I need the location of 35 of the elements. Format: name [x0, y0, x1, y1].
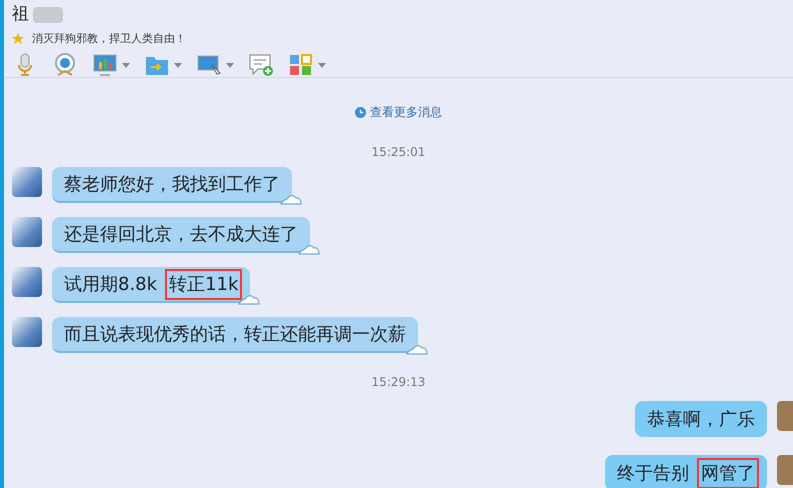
- screen-share-icon[interactable]: [196, 53, 222, 77]
- message-text: 恭喜啊，广乐: [646, 408, 756, 432]
- avatar: [12, 167, 42, 197]
- message-text: 而且说表现优秀的话，转正还能再调一次薪: [63, 322, 407, 346]
- blurred-placeholder: [33, 6, 63, 23]
- message-text: 还是得回北京，去不成大连了: [63, 222, 299, 246]
- cloud-icon: [238, 293, 260, 305]
- apps-icon[interactable]: [288, 53, 314, 77]
- clock-icon: [355, 106, 366, 118]
- timestamp: 15:25:01: [372, 144, 426, 161]
- caret-icon[interactable]: [122, 62, 130, 68]
- avatar: [777, 455, 793, 485]
- message-text: 试用期8.8k: [63, 272, 158, 296]
- avatar: [12, 317, 42, 347]
- chat-add-icon[interactable]: [248, 53, 274, 77]
- avatar: [12, 217, 42, 247]
- caret-icon[interactable]: [226, 62, 234, 68]
- caret-icon[interactable]: [318, 62, 326, 68]
- timestamp: 15:29:13: [372, 374, 426, 391]
- star-icon: [12, 32, 24, 45]
- avatar: [777, 401, 793, 431]
- message-text: 转正11k: [167, 270, 240, 298]
- message-text: 蔡老师您好，我找到工作了: [63, 172, 281, 196]
- caret-icon[interactable]: [174, 62, 182, 68]
- cloud-icon: [406, 343, 428, 355]
- contact-name: 祖: [12, 3, 29, 26]
- chart-screen-icon[interactable]: [92, 53, 118, 77]
- cloud-icon: [298, 243, 320, 255]
- avatar: [12, 267, 42, 297]
- message-text: 网管了: [699, 460, 757, 486]
- message-text: 终于告别: [616, 462, 690, 486]
- history-link[interactable]: 查看更多消息: [370, 103, 442, 121]
- webcam-icon[interactable]: [52, 53, 78, 77]
- signature-text: 消灭拜狗邪教，捍卫人类自由！: [32, 30, 186, 46]
- cloud-icon: [280, 193, 302, 205]
